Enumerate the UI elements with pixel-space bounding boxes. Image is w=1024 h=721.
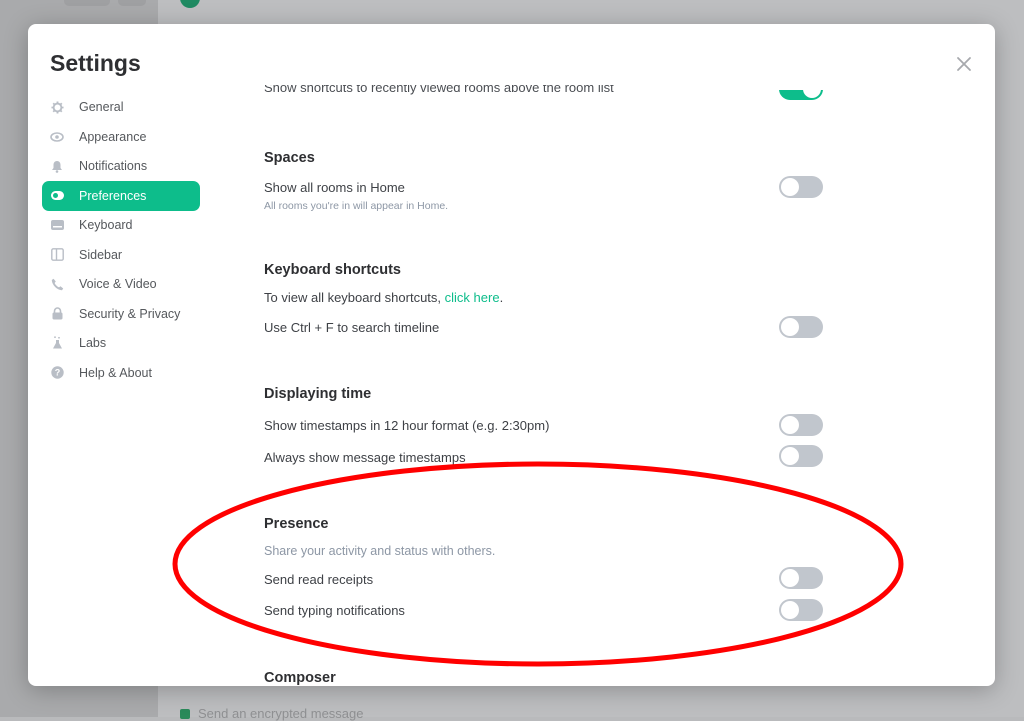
info-text: To view all keyboard shortcuts, [264, 290, 445, 305]
sidebar-item-label: Notifications [79, 159, 148, 173]
settings-dialog: Settings General Appearance Notification… [28, 24, 995, 686]
toggle-recent-room-shortcuts[interactable] [779, 90, 823, 100]
bell-icon [50, 159, 64, 173]
setting-label: Always show message timestamps [264, 450, 466, 465]
sidebar-item-label: General [79, 100, 124, 114]
sidebar-item-sidebar[interactable]: Sidebar [42, 240, 200, 270]
section-heading-keyboard-shortcuts: Keyboard shortcuts [264, 262, 401, 278]
toggle-knob [781, 601, 799, 619]
setting-description: All rooms you're in will appear in Home. [264, 200, 449, 212]
phone-icon [50, 277, 64, 291]
sidebar-item-keyboard[interactable]: Keyboard [42, 210, 200, 240]
toggle-12-hour-timestamps[interactable] [779, 414, 823, 436]
preferences-content: Show shortcuts to recently viewed rooms … [264, 24, 864, 686]
section-heading-spaces: Spaces [264, 150, 315, 166]
sidebar-item-security-privacy[interactable]: Security & Privacy [42, 299, 200, 329]
section-heading-composer: Composer [264, 670, 336, 686]
svg-text:?: ? [54, 368, 60, 378]
toggle-knob [781, 447, 799, 465]
sidebar-item-label: Preferences [79, 188, 147, 203]
toggle-send-typing-notifications[interactable] [779, 599, 823, 621]
toggle-knob [803, 90, 821, 98]
setting-label: Send read receipts [264, 572, 374, 587]
sidebar-item-help-about[interactable]: ? Help & About [42, 358, 200, 388]
dialog-title: Settings [50, 50, 141, 76]
help-icon: ? [50, 366, 64, 380]
sidebar-item-notifications[interactable]: Notifications [42, 151, 200, 181]
info-suffix: . [499, 290, 504, 305]
sidebar-item-label: Labs [79, 336, 107, 350]
section-heading-presence: Presence [264, 516, 329, 532]
toggle-show-all-rooms[interactable] [779, 176, 823, 198]
background-button [118, 0, 146, 6]
section-description: Share your activity and status with othe… [264, 544, 496, 558]
toggle-send-read-receipts[interactable] [779, 567, 823, 589]
toggle-knob [781, 318, 799, 336]
toggle-ctrl-f-search[interactable] [779, 316, 823, 338]
composer-hint: Send an encrypted message [198, 706, 364, 721]
sidebar-item-label: Security & Privacy [79, 306, 181, 321]
setting-label: Send typing notifications [264, 603, 405, 618]
sidebar-item-preferences[interactable]: Preferences [42, 180, 200, 211]
sidebar-item-label: Voice & Video [79, 277, 157, 291]
eye-icon [50, 130, 64, 144]
sidebar-item-appearance[interactable]: Appearance [42, 122, 200, 152]
keyboard-icon [50, 218, 64, 232]
toggle-knob [781, 569, 799, 587]
toggle-knob [781, 178, 799, 196]
shield-icon [180, 708, 190, 719]
sidebar-item-label: Appearance [79, 129, 147, 144]
toggle-icon [50, 189, 64, 203]
lock-icon [50, 307, 64, 321]
gear-icon [50, 100, 64, 114]
sidebar-item-labs[interactable]: Labs [42, 328, 200, 358]
section-heading-displaying-time: Displaying time [264, 386, 372, 402]
settings-sidebar: General Appearance Notifications Prefere… [42, 92, 200, 387]
click-here-link[interactable]: click here [445, 290, 500, 305]
keyboard-shortcuts-info: To view all keyboard shortcuts, click he… [264, 290, 503, 305]
toggle-always-show-timestamps[interactable] [779, 445, 823, 467]
background-button [64, 0, 110, 6]
setting-label: Show timestamps in 12 hour format (e.g. … [264, 418, 550, 433]
setting-label: Show shortcuts to recently viewed rooms … [264, 80, 614, 95]
sidebar-item-voice-video[interactable]: Voice & Video [42, 269, 200, 299]
sidebar-item-general[interactable]: General [42, 92, 200, 122]
sidebar-item-label: Sidebar [79, 247, 123, 262]
toggle-knob [781, 416, 799, 434]
sidebar-icon [50, 248, 64, 262]
flask-icon [50, 336, 64, 350]
sidebar-item-label: Keyboard [79, 218, 133, 232]
close-icon [957, 57, 971, 71]
sidebar-item-label: Help & About [79, 365, 152, 380]
setting-label: Show all rooms in Home [264, 180, 405, 195]
setting-label: Use Ctrl + F to search timeline [264, 320, 440, 335]
close-button[interactable] [954, 54, 974, 74]
background-composer: Send an encrypted message [180, 706, 364, 721]
